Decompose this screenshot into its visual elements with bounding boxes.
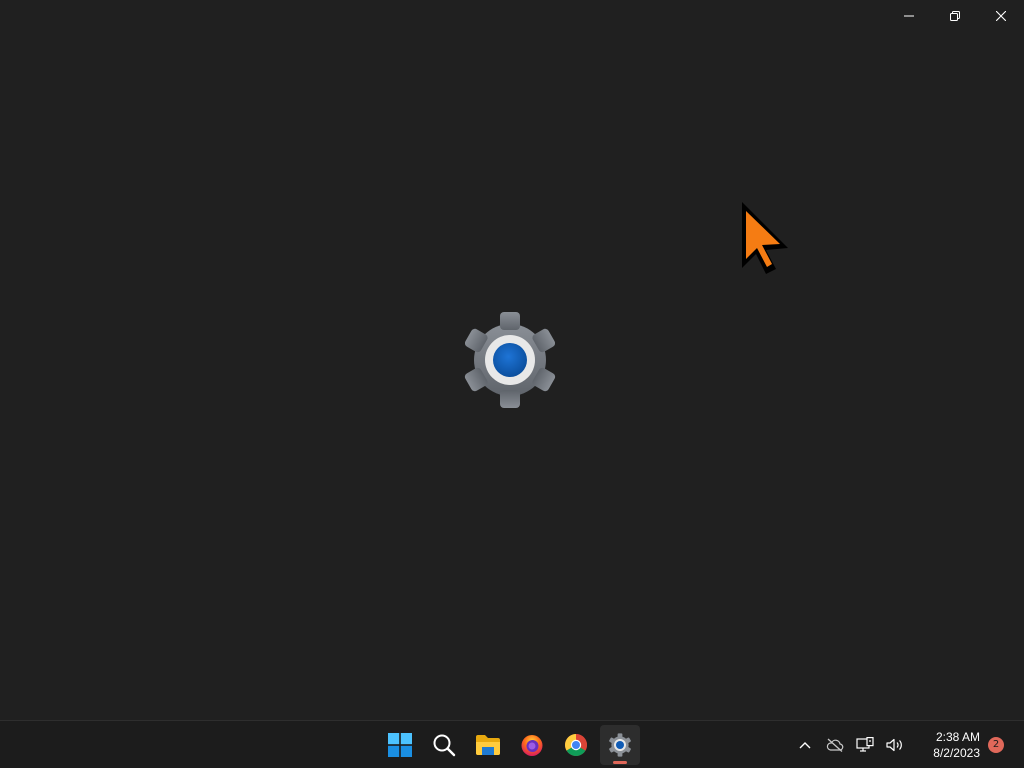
taskbar-start-button[interactable] bbox=[380, 725, 420, 765]
notification-badge[interactable]: 2 bbox=[988, 736, 1004, 753]
restore-button[interactable] bbox=[932, 0, 978, 32]
close-icon bbox=[996, 11, 1006, 21]
taskbar-file-explorer[interactable] bbox=[468, 725, 508, 765]
taskbar-search-button[interactable] bbox=[424, 725, 464, 765]
system-tray: 2:38 AM 8/2/2023 2 bbox=[790, 721, 1024, 768]
search-icon bbox=[433, 734, 456, 756]
taskbar-apps bbox=[380, 721, 640, 768]
chrome-icon bbox=[565, 733, 587, 756]
folder-icon bbox=[476, 734, 500, 755]
minimize-button[interactable] bbox=[886, 0, 932, 32]
cloud-offline-icon bbox=[826, 738, 844, 752]
close-button[interactable] bbox=[978, 0, 1024, 32]
windows-start-icon bbox=[388, 732, 412, 757]
volume-button[interactable] bbox=[880, 729, 910, 761]
taskbar-firefox[interactable] bbox=[512, 725, 552, 765]
network-button[interactable] bbox=[850, 729, 880, 761]
volume-icon bbox=[886, 738, 902, 751]
firefox-icon bbox=[521, 734, 543, 756]
restore-icon bbox=[950, 11, 960, 21]
chevron-up-icon bbox=[799, 741, 811, 748]
arrow-pointer-icon bbox=[742, 202, 788, 274]
taskbar-settings[interactable] bbox=[600, 724, 640, 765]
clock-time: 2:38 AM bbox=[935, 729, 980, 744]
show-hidden-icons-button[interactable] bbox=[790, 729, 820, 761]
taskbar: 2:38 AM 8/2/2023 2 bbox=[0, 720, 1024, 768]
taskbar-clock[interactable]: 2:38 AM 8/2/2023 bbox=[916, 729, 980, 761]
minimize-icon bbox=[904, 15, 914, 17]
network-icon bbox=[856, 736, 874, 752]
taskbar-chrome[interactable] bbox=[556, 725, 596, 765]
caption-buttons bbox=[886, 0, 1024, 32]
onedrive-button[interactable] bbox=[820, 729, 850, 761]
clock-date: 8/2/2023 bbox=[933, 745, 980, 760]
settings-window bbox=[0, 0, 1024, 720]
settings-gear-icon bbox=[609, 732, 631, 757]
settings-gear-icon bbox=[464, 312, 556, 408]
active-app-indicator bbox=[613, 760, 627, 764]
